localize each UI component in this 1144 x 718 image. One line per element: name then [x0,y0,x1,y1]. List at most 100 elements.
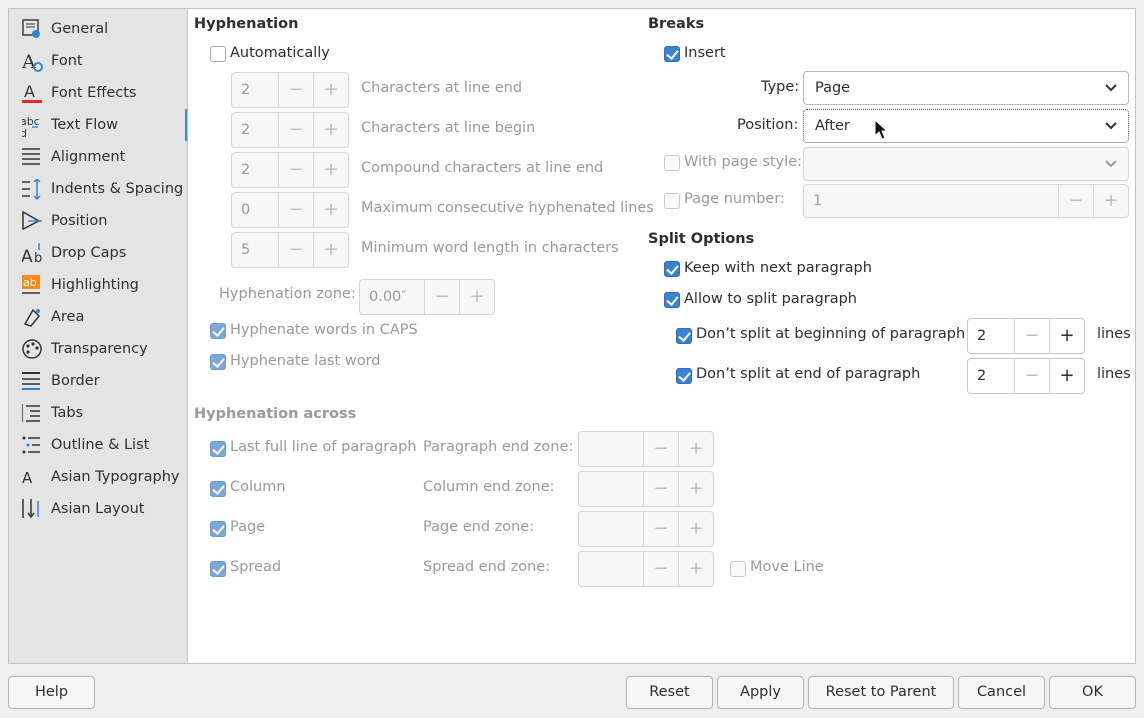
page-end-zone-spin[interactable]: − + [578,511,714,547]
increment-button[interactable]: + [1093,185,1128,217]
sidebar-item-general[interactable]: General [9,13,188,45]
increment-button[interactable]: + [678,552,713,586]
sidebar-item-text-flow[interactable]: abc d Text Flow [9,109,189,141]
page-style-label: With page style: [684,154,803,170]
increment-button[interactable]: + [1049,319,1084,353]
page-number-spin[interactable]: 1 − + [803,184,1129,218]
min-word-length-label: Minimum word length in characters [361,240,619,256]
decrement-button[interactable]: − [1058,185,1093,217]
increment-button[interactable]: + [313,73,348,107]
hyphenation-across-heading: Hyphenation across [194,406,357,422]
page-number-checkbox[interactable] [664,193,680,209]
sidebar-item-position[interactable]: Position [9,205,188,237]
svg-text:ab: ab [23,276,37,289]
move-line-label: Move Line [750,559,824,575]
decrement-button[interactable]: − [278,153,313,187]
increment-button[interactable]: + [313,153,348,187]
decrement-button[interactable]: − [643,432,678,466]
hyphenate-last-word-label: Hyphenate last word [230,353,381,369]
decrement-button[interactable]: − [1014,359,1049,393]
max-hyphenated-lines-spin[interactable]: 0 − + [231,192,349,228]
border-icon [9,365,51,397]
reset-to-parent-button[interactable]: Reset to Parent [808,676,954,709]
break-type-select[interactable]: Page [803,71,1129,105]
sidebar-item-font[interactable]: A Font [9,45,188,77]
hyphenate-caps-checkbox[interactable] [210,323,226,339]
paragraph-end-zone-spin[interactable]: − + [578,431,714,467]
sidebar-item-asian-typography[interactable]: A Asian Typography [9,461,188,493]
insert-break-label: Insert [684,45,726,61]
sidebar-item-tabs[interactable]: Tabs [9,397,188,429]
sidebar-item-drop-caps[interactable]: Ab Drop Caps [9,237,188,269]
chars-line-begin-spin[interactable]: 2 − + [231,112,349,148]
increment-button[interactable]: + [313,233,348,267]
sidebar-item-highlighting[interactable]: ab Highlighting [9,269,188,301]
sidebar-item-transparency[interactable]: Transparency [9,333,188,365]
increment-button[interactable]: + [313,193,348,227]
reset-button[interactable]: Reset [626,676,713,709]
insert-break-checkbox[interactable] [664,46,680,62]
page-checkbox[interactable] [210,521,226,537]
break-position-select[interactable]: After [803,109,1129,143]
decrement-button[interactable]: − [424,280,459,314]
sidebar-item-alignment[interactable]: Alignment [9,141,188,173]
decrement-button[interactable]: − [643,552,678,586]
keep-next-label: Keep with next paragraph [684,260,872,276]
automatically-checkbox[interactable] [210,46,226,62]
last-full-line-checkbox[interactable] [210,441,226,457]
no-split-begin-unit: lines [1097,326,1131,342]
decrement-button[interactable]: − [643,472,678,506]
decrement-button[interactable]: − [278,193,313,227]
increment-button[interactable]: + [459,280,494,314]
svg-text:A: A [22,469,33,487]
increment-button[interactable]: + [678,432,713,466]
sidebar-item-border[interactable]: Border [9,365,188,397]
sidebar-item-area[interactable]: Area [9,301,188,333]
chars-line-end-spin[interactable]: 2 − + [231,72,349,108]
keep-next-checkbox[interactable] [664,261,680,277]
compound-chars-label: Compound characters at line end [361,160,604,176]
font-effects-icon: A [9,77,51,109]
page-style-checkbox[interactable] [664,155,680,171]
apply-button[interactable]: Apply [717,676,804,709]
sidebar-item-outline-list[interactable]: Outline & List [9,429,188,461]
column-end-zone-spin[interactable]: − + [578,471,714,507]
decrement-button[interactable]: − [278,233,313,267]
ok-button[interactable]: OK [1049,676,1136,709]
svg-text:d: d [22,127,27,139]
hyphenation-zone-spin[interactable]: 0.00″ − + [359,279,495,315]
column-checkbox[interactable] [210,481,226,497]
increment-button[interactable]: + [678,472,713,506]
no-split-end-spin[interactable]: 2 − + [967,358,1085,394]
increment-button[interactable]: + [1049,359,1084,393]
increment-button[interactable]: + [678,512,713,546]
hyphenate-last-word-checkbox[interactable] [210,354,226,370]
move-line-checkbox[interactable] [730,561,746,577]
alignment-icon [9,141,51,173]
no-split-begin-spin[interactable]: 2 − + [967,318,1085,354]
sidebar-item-font-effects[interactable]: A Font Effects [9,77,188,109]
svg-text:b: b [34,251,42,266]
no-split-begin-checkbox[interactable] [676,328,692,344]
automatically-label: Automatically [230,45,330,61]
decrement-button[interactable]: − [278,73,313,107]
hyphenation-heading: Hyphenation [194,16,299,32]
no-split-end-checkbox[interactable] [676,368,692,384]
sidebar-item-asian-layout[interactable]: Asian Layout [9,493,188,525]
decrement-button[interactable]: − [1014,319,1049,353]
allow-split-checkbox[interactable] [664,292,680,308]
help-button[interactable]: Help [8,676,95,709]
compound-chars-spin[interactable]: 2 − + [231,152,349,188]
decrement-button[interactable]: − [643,512,678,546]
allow-split-label: Allow to split paragraph [684,291,857,307]
spread-end-zone-label: Spread end zone: [423,559,551,575]
min-word-length-spin[interactable]: 5 − + [231,232,349,268]
decrement-button[interactable]: − [278,113,313,147]
spread-end-zone-spin[interactable]: − + [578,551,714,587]
cancel-button[interactable]: Cancel [958,676,1045,709]
page-style-select[interactable] [803,147,1129,181]
spread-checkbox[interactable] [210,561,226,577]
sidebar-item-indents-spacing[interactable]: Indents & Spacing [9,173,188,205]
text-flow-icon: abc d [9,109,51,141]
increment-button[interactable]: + [313,113,348,147]
